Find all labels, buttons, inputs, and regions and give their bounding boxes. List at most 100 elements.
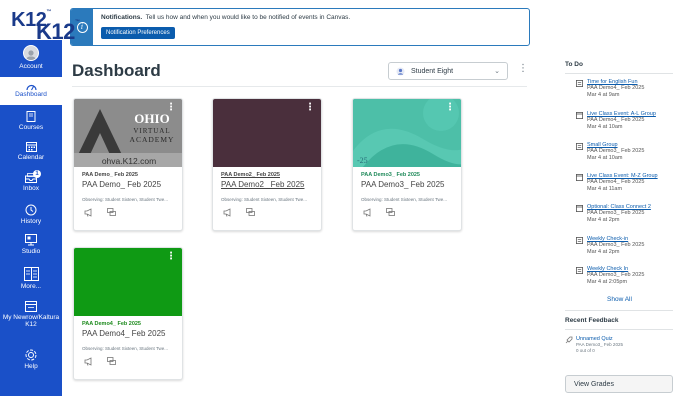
view-grades-button[interactable]: View Grades [565,375,673,393]
nav-item-newrow-kaltura[interactable]: My Newrow/Kaltura K12 [0,296,62,346]
todo-date: Mar 4 at 2pm [587,216,620,223]
dashboard-options-kebab-icon[interactable]: ⋮ [518,64,528,74]
announcements-icon[interactable] [223,208,232,217]
studio-icon [25,234,37,246]
todo-course: PAA Demo4_ Feb 2025 [587,117,645,123]
course-name: PAA Demo_ Feb 2025 [82,180,162,189]
help-icon [25,349,37,361]
feedback-score: 0 out of 0 [576,347,595,353]
nav-label: Dashboard [15,91,47,98]
observing-text: Observing: Student Sixteen, Student Twe.… [82,197,168,202]
assignment-icon [576,237,583,244]
card-hero-image[interactable]: ⋮ [213,99,321,167]
nav-label: Studio [21,248,41,255]
todo-course: PAA Demo3_ Feb 2025 [587,148,645,154]
calendar-event-icon [576,205,583,212]
todo-date: Mar 4 at 9am [587,91,620,98]
nav-label: Calendar [17,154,45,161]
discussions-icon[interactable] [107,357,116,366]
card-options-kebab-icon[interactable]: ⋮ [445,103,455,113]
nav-label: History [20,218,42,225]
header-divider [72,86,527,87]
course-code[interactable]: PAA Demo4_ Feb 2025 [82,321,175,327]
global-nav: Account Dashboard Courses Calendar 1 Inb… [0,40,62,396]
course-card[interactable]: OHIO VIRTUAL ACADEMY ohva.K12.com ⋮ PAA … [73,98,183,231]
student-select-value: Student Eight [411,67,454,75]
todo-item[interactable]: Live Class Event: A-L Group PAA Demo4_ F… [576,111,673,131]
discussions-icon[interactable] [246,208,255,217]
show-all-link[interactable]: Show All [607,296,632,303]
svg-text:ACADEMY: ACADEMY [130,135,175,144]
assignment-icon [576,267,583,274]
folder-icon [25,301,37,312]
nav-item-courses[interactable]: Courses [0,105,62,135]
todo-course: PAA Demo4_ Feb 2025 [587,179,645,185]
course-code[interactable]: PAA Demo_ Feb 2025 [82,172,175,178]
notification-preferences-button[interactable]: Notification Preferences [101,27,175,39]
more-icon [23,267,39,281]
nav-label: More... [20,283,42,290]
dashboard-icon [25,83,37,91]
nav-item-dashboard[interactable]: Dashboard [0,77,62,105]
todo-item[interactable]: Optional: Class Connect 2 PAA Demo3_ Feb… [576,204,673,224]
svg-text:ohva.K12.com: ohva.K12.com [102,156,156,166]
todo-course: PAA Demo3_ Feb 2025 [587,210,645,216]
todo-item[interactable]: Time for English Fun PAA Demo4_ Feb 2025… [576,79,673,99]
courses-icon [26,111,36,122]
feedback-divider [565,329,673,330]
course-code[interactable]: PAA Demo3_ Feb 2025 [361,172,454,178]
announcements-icon[interactable] [363,208,372,217]
nav-item-calendar[interactable]: Calendar [0,135,62,165]
student-select[interactable]: Student Eight ⌄ [388,62,508,80]
todo-date: Mar 4 at 10am [587,123,623,130]
notification-text: Notifications. Tell us how and when you … [101,14,351,21]
nav-item-more[interactable]: More... [0,261,62,296]
course-card[interactable]: -25 ⋮ PAA Demo3_ Feb 2025 PAA Demo3_ Feb… [352,98,462,231]
student-icon [396,67,405,75]
announcements-icon[interactable] [84,357,93,366]
todo-item[interactable]: Live Class Event: M-Z Group PAA Demo4_ F… [576,173,673,193]
announcements-icon[interactable] [84,208,93,217]
card-hero-image[interactable]: -25 ⋮ [353,99,461,167]
card-options-kebab-icon[interactable]: ⋮ [166,103,176,113]
observing-text: Observing: Student Sixteen, Student Twe.… [82,346,168,351]
quiz-rocket-icon [565,336,573,344]
discussions-icon[interactable] [107,208,116,217]
card-options-kebab-icon[interactable]: ⋮ [166,252,176,262]
k12-sidebar-logo: K12™ [36,19,80,44]
nav-label: Inbox [23,185,39,192]
calendar-event-icon [576,112,583,119]
nav-item-history[interactable]: History [0,198,62,228]
assignment-icon [576,80,583,87]
todo-date: Mar 4 at 2:05pm [587,278,628,285]
history-icon [25,204,37,216]
todo-date: Mar 4 at 10am [587,154,623,161]
nav-item-studio[interactable]: Studio [0,228,62,261]
course-card[interactable]: ⋮ PAA Demo2_ Feb 2025 PAA Demo2_ Feb 202… [212,98,322,231]
discussions-icon[interactable] [386,208,395,217]
todo-item[interactable]: Weekly Check-in PAA Demo3_ Feb 2025 Mar … [576,236,673,256]
card-options-kebab-icon[interactable]: ⋮ [305,103,315,113]
nav-item-inbox[interactable]: 1 Inbox [0,165,62,198]
course-code[interactable]: PAA Demo2_ Feb 2025 [221,172,314,178]
recent-feedback-heading: Recent Feedback [565,317,619,324]
todo-item[interactable]: Small Group PAA Demo3_ Feb 2025 Mar 4 at… [576,142,673,162]
todo-item[interactable]: Weekly Check In PAA Demo3_ Feb 2025 Mar … [576,266,673,286]
todo-divider [565,73,673,74]
nav-item-account[interactable]: Account [0,40,62,77]
card-hero-image[interactable]: OHIO VIRTUAL ACADEMY ohva.K12.com ⋮ [74,99,182,167]
course-name: PAA Demo3_ Feb 2025 [361,180,445,189]
course-card[interactable]: ⋮ PAA Demo4_ Feb 2025 PAA Demo4_ Feb 202… [73,247,183,380]
nav-label: Help [24,363,38,370]
todo-course: PAA Demo4_ Feb 2025 [587,85,645,91]
todo-course: PAA Demo3_ Feb 2025 [587,242,645,248]
page-title: Dashboard [72,61,161,80]
nav-label: Courses [18,124,44,131]
card-hero-image[interactable]: ⋮ [74,248,182,316]
todo-date: Mar 4 at 2pm [587,248,620,255]
todo-course: PAA Demo3_ Feb 2025 [587,272,645,278]
feedback-item[interactable]: Unnamed Quiz PAA Demo3_ Feb 2025 0 out o… [565,336,673,354]
nav-item-help[interactable]: Help [0,346,62,374]
svg-text:-25: -25 [357,156,368,165]
avatar [23,45,39,61]
